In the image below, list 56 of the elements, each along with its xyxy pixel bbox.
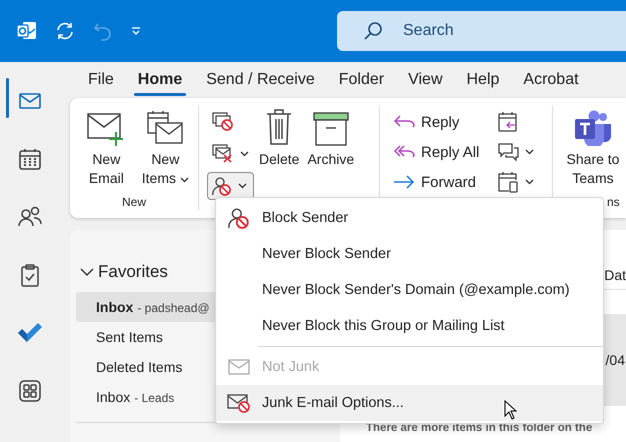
ribbon-tab[interactable]: Help bbox=[456, 62, 510, 98]
ribbon-tab[interactable]: Send / Receive bbox=[196, 62, 325, 98]
account-name: - padshead@ bbox=[137, 300, 210, 317]
reply-arrow-icon bbox=[393, 114, 415, 130]
calendar-phone-icon bbox=[497, 171, 519, 193]
column-header[interactable]: Dat bbox=[604, 267, 626, 283]
folder-name: Inbox bbox=[96, 298, 134, 317]
people-icon[interactable] bbox=[17, 205, 43, 229]
favorites-heading: Favorites bbox=[98, 262, 168, 282]
forward-button[interactable]: Forward bbox=[388, 168, 488, 196]
message-date: /04 bbox=[606, 352, 625, 368]
customize-dropdown-icon[interactable] bbox=[130, 25, 142, 37]
chat-bubbles-icon bbox=[497, 142, 519, 162]
ribbon-tab[interactable]: View bbox=[398, 62, 452, 98]
calendar-reply-icon bbox=[497, 111, 519, 133]
ribbon-tab[interactable]: File bbox=[78, 62, 124, 98]
menu-item[interactable]: Never Block Sender bbox=[216, 236, 603, 272]
chevron-down-icon[interactable] bbox=[80, 267, 94, 277]
blocked-mail-icon bbox=[227, 393, 251, 413]
search-field[interactable]: Search bbox=[337, 11, 626, 51]
calendar-icon[interactable] bbox=[18, 147, 42, 171]
folder-name: Inbox bbox=[96, 388, 130, 407]
menu-item[interactable]: Junk E-mail Options... bbox=[216, 385, 603, 421]
group-label: New bbox=[120, 194, 147, 210]
chevron-down-icon bbox=[525, 179, 534, 185]
ribbon-tab[interactable]: Folder bbox=[328, 62, 394, 98]
sync-icon[interactable] bbox=[54, 20, 76, 42]
new-items-button[interactable]: New Items bbox=[138, 106, 192, 194]
ribbon-tab[interactable]: Acrobat bbox=[513, 62, 589, 98]
apps-icon[interactable] bbox=[18, 379, 42, 403]
reply-all-arrow-icon bbox=[393, 144, 415, 160]
checkmark-icon[interactable] bbox=[17, 322, 43, 344]
mail-icon bbox=[228, 359, 250, 375]
group-label: ns bbox=[607, 195, 620, 209]
clean-up-icon bbox=[212, 144, 234, 164]
blocked-person-icon bbox=[228, 207, 250, 229]
chevron-down-icon bbox=[240, 151, 249, 157]
junk-button[interactable] bbox=[207, 172, 254, 200]
ribbon-tab[interactable]: Home bbox=[128, 62, 192, 98]
chevron-down-icon bbox=[180, 177, 189, 183]
new-email-button[interactable]: New Email bbox=[76, 106, 137, 194]
archive-box-icon bbox=[312, 112, 349, 146]
share-to-teams-button[interactable]: Share to Teams bbox=[559, 106, 626, 194]
trash-icon bbox=[266, 108, 292, 146]
mouse-cursor-icon bbox=[504, 400, 517, 420]
forward-arrow-icon bbox=[393, 175, 415, 189]
chevron-down-icon bbox=[525, 149, 534, 155]
teams-logo-icon bbox=[573, 110, 613, 146]
chevron-down-icon bbox=[238, 183, 247, 189]
account-name: - Leads bbox=[134, 390, 174, 407]
reply-button[interactable]: Reply bbox=[388, 108, 488, 136]
reply-all-button[interactable]: Reply All bbox=[388, 138, 488, 166]
ignore-icon bbox=[212, 112, 234, 132]
search-icon bbox=[363, 21, 383, 41]
outlook-logo-icon[interactable] bbox=[16, 20, 38, 42]
new-items-icon bbox=[146, 110, 184, 146]
